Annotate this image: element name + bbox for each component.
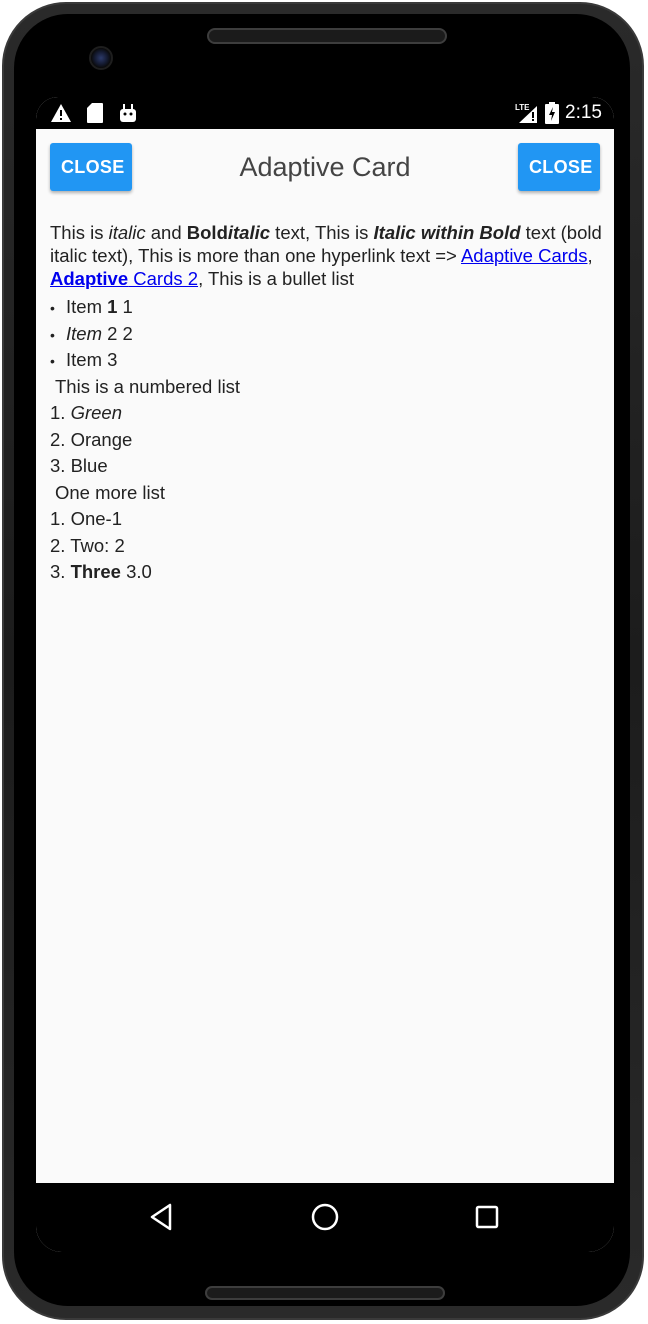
bullet-item: • Item 2 2 (50, 321, 602, 348)
close-button-right[interactable]: CLOSE (518, 143, 600, 191)
adaptive-cards-2-link[interactable]: Adaptive Cards 2 (50, 268, 198, 289)
home-icon[interactable] (309, 1201, 341, 1233)
earpiece-speaker (207, 28, 447, 44)
bottom-speaker (205, 1286, 445, 1300)
battery-charging-icon (545, 102, 560, 124)
text-run: Orange (70, 428, 133, 450)
link-bold-run: Adaptive (50, 268, 129, 289)
clock: 2:15 (565, 102, 602, 123)
item-number: 2. (50, 428, 71, 450)
text-run: 2 2 (101, 322, 133, 344)
status-icons-right: LTE 2:15 (513, 101, 602, 125)
network-type-label: LTE (515, 103, 530, 112)
text-run: This is (50, 222, 109, 243)
text-run: Blue (70, 455, 108, 476)
adaptive-cards-link[interactable]: Adaptive Cards (461, 245, 587, 266)
second-list-heading: One more list (55, 481, 166, 503)
recent-apps-icon[interactable] (471, 1201, 503, 1233)
item-number: 1. (50, 402, 71, 423)
sd-card-icon (87, 103, 103, 123)
numbered-item: 3. Blue (50, 453, 602, 480)
item-number: 2. (50, 534, 71, 556)
text-run: Item 3 (66, 349, 118, 370)
bullet-item: • Item 3 (50, 347, 602, 374)
warning-icon (51, 104, 71, 122)
numbered-item: 3. Three 3.0 (50, 559, 602, 586)
status-bar: LTE 2:15 (36, 97, 614, 129)
text-run: , This is a bullet list (198, 268, 355, 289)
item-number: 3. (50, 455, 71, 476)
text-run: 1 (117, 296, 133, 317)
numbered-list-heading: This is a numbered list (55, 375, 241, 397)
item-number: 3. (50, 561, 71, 582)
bold-italic-run: italic (227, 222, 271, 243)
bold-run: Three (70, 561, 121, 582)
bullet-glyph: • (50, 300, 55, 316)
intro-paragraph: This is italic and Bolditalic text, This… (50, 221, 602, 290)
back-icon[interactable] (146, 1201, 178, 1233)
bold-italic-run: Italic within Bold (373, 222, 521, 243)
numbered-item: 1. One-1 (50, 506, 602, 533)
italic-run: Green (70, 402, 122, 423)
numbered-item: 2. Orange (50, 427, 602, 454)
item-number: 1. (50, 508, 71, 529)
numbered-item: 1. Green (50, 400, 602, 427)
text-run: , (587, 245, 593, 266)
status-icons-left (50, 101, 138, 125)
navigation-bar (36, 1183, 614, 1252)
bullet-glyph: • (50, 353, 55, 369)
android-icon (120, 104, 136, 122)
signal-icon: LTE (515, 103, 538, 123)
italic-run: italic (108, 222, 146, 243)
device-frame: LTE 2:15 CLOSE Adaptive Card CLOSE This … (0, 0, 648, 1324)
bold-run: Bold (186, 222, 228, 243)
bold-run: 1 (107, 296, 118, 317)
card-content: This is italic and Bolditalic text, This… (50, 221, 602, 586)
text-run: and (145, 222, 187, 243)
bullet-glyph: • (50, 326, 55, 343)
link-text-run: Cards 2 (128, 268, 199, 289)
app-bar: CLOSE Adaptive Card CLOSE (36, 129, 614, 203)
italic-run: Item (66, 322, 102, 344)
text-run: Item (66, 296, 108, 317)
text-run: 3.0 (120, 561, 152, 582)
bullet-item: • Item 1 1 (50, 294, 602, 321)
front-camera (89, 46, 113, 70)
screen: LTE 2:15 CLOSE Adaptive Card CLOSE This … (36, 97, 614, 1252)
numbered-item: 2. Two: 2 (50, 533, 602, 560)
text-run: text, This is (270, 222, 374, 243)
text-run: One-1 (70, 508, 122, 529)
text-run: Two: 2 (70, 534, 125, 556)
